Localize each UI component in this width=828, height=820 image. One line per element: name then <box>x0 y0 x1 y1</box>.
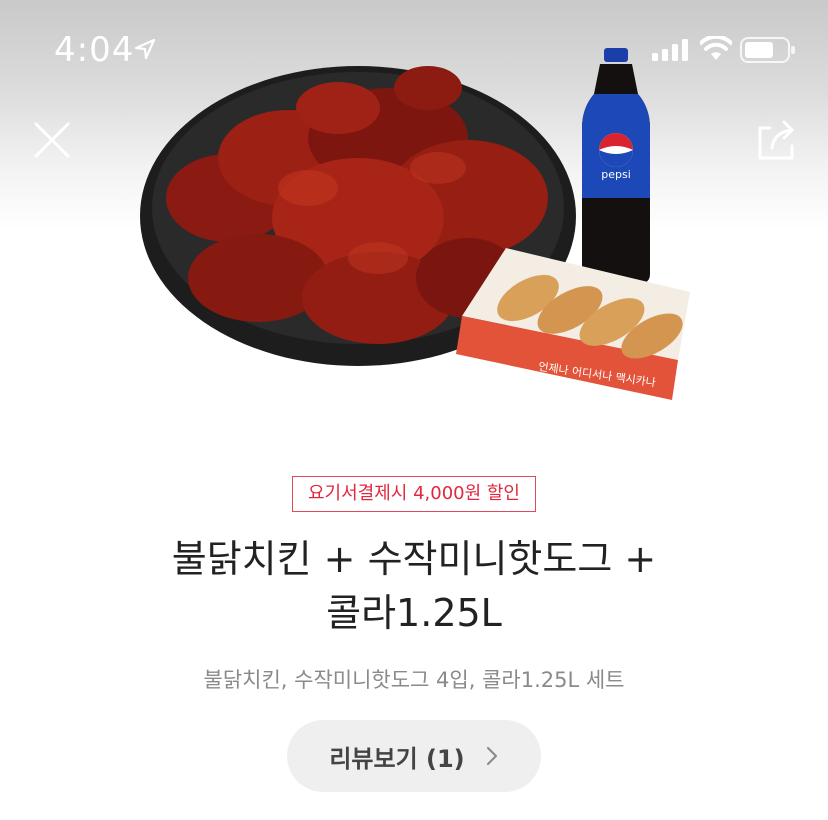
share-icon <box>758 120 794 160</box>
share-button[interactable] <box>752 116 800 164</box>
product-title-line-1: 불닭치킨 + 수작미니핫도그 + <box>171 537 657 581</box>
status-time: 4:04 <box>54 30 135 70</box>
wifi-icon <box>700 36 732 60</box>
product-title-line-2: 콜라1.25L <box>326 591 502 635</box>
chevron-right-icon <box>486 747 497 765</box>
pepsi-bottle: pepsi <box>582 48 650 284</box>
discount-badge: 요기서결제시 4,000원 할인 <box>292 476 536 512</box>
product-title: 불닭치킨 + 수작미니핫도그 + 콜라1.25L <box>0 532 828 640</box>
product-description: 불닭치킨, 수작미니핫도그 4입, 콜라1.25L 세트 <box>203 668 625 692</box>
product-image: pepsi 언제나 어디서나 맥시카나 <box>140 48 690 400</box>
view-reviews-button[interactable]: 리뷰보기 (1) <box>287 720 541 792</box>
bottle-label: pepsi <box>601 168 631 181</box>
close-button[interactable] <box>30 118 74 162</box>
battery-icon <box>740 37 795 63</box>
view-reviews-label: 리뷰보기 (1) <box>329 744 465 773</box>
close-icon <box>34 122 70 158</box>
